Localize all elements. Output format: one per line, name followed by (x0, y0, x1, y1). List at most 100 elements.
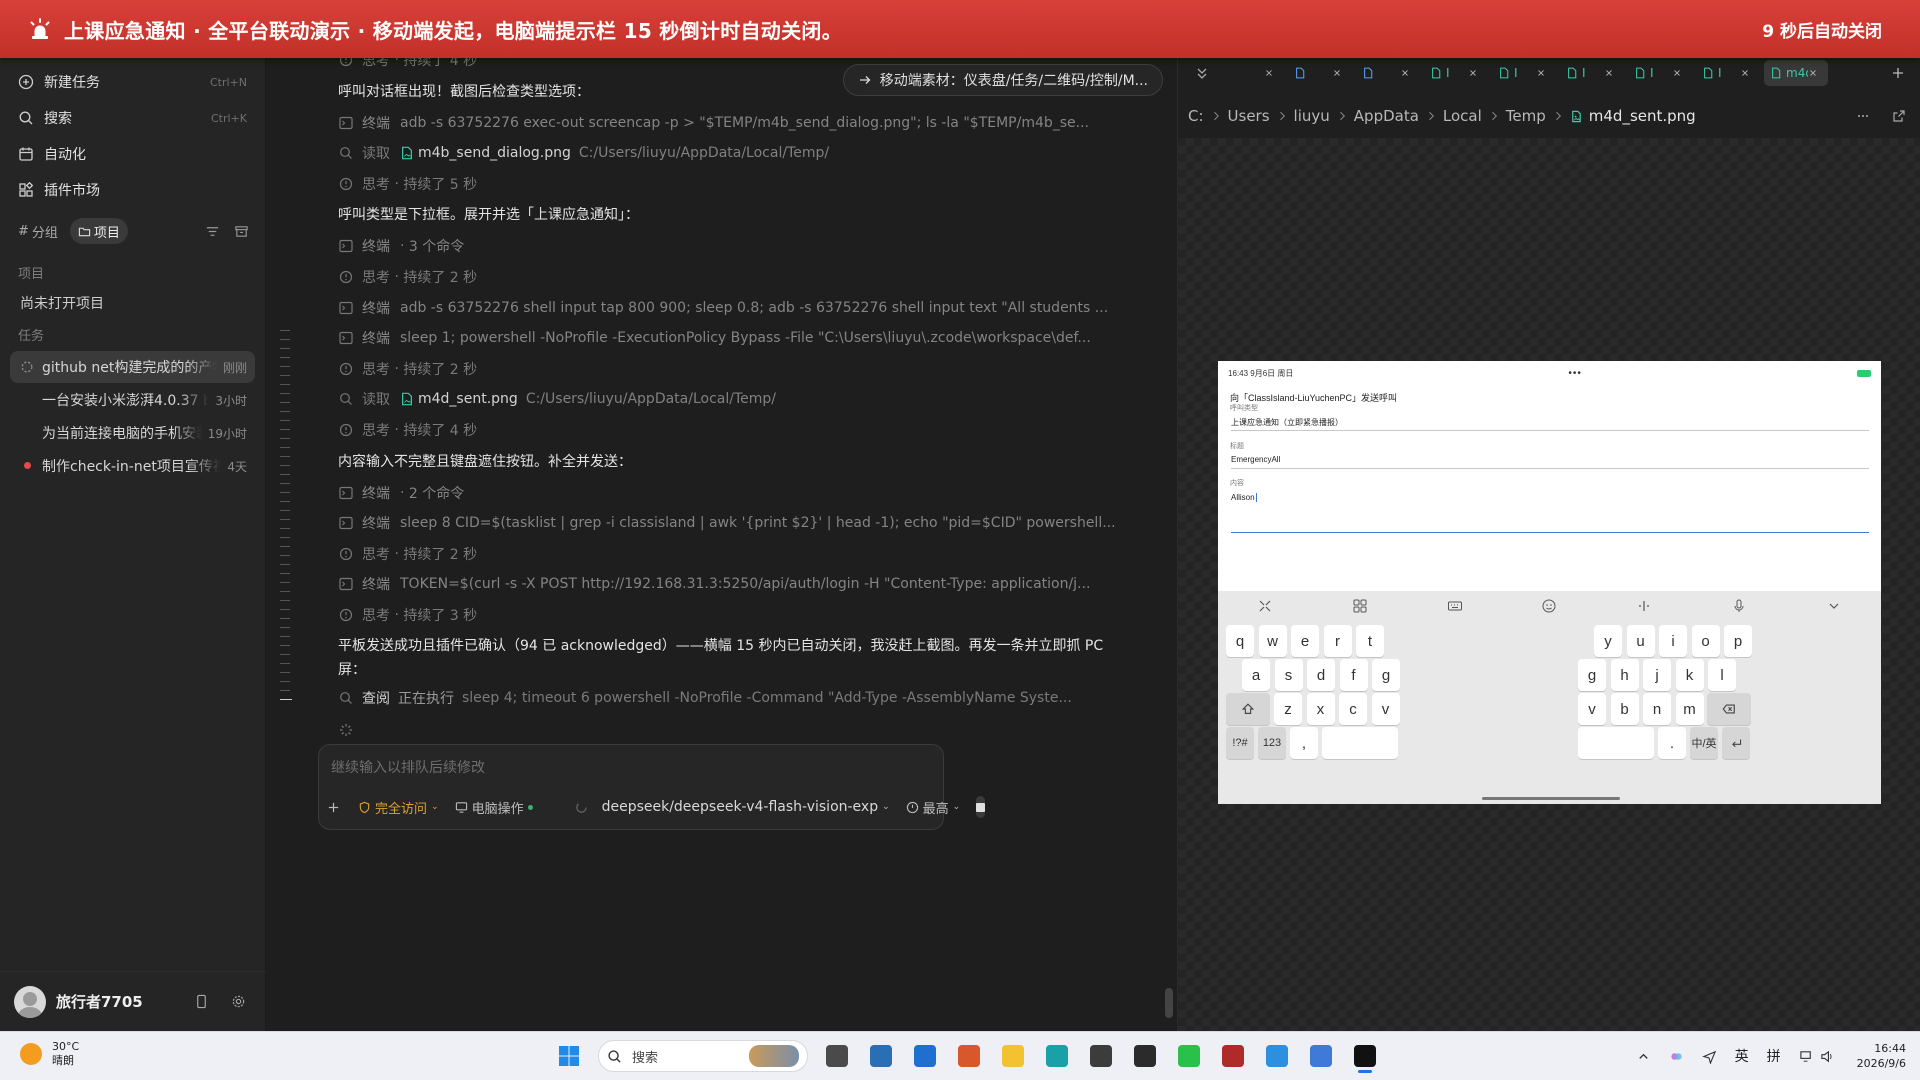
breadcrumb-item[interactable]: AppData (1354, 107, 1419, 125)
winrar-app[interactable] (1214, 1038, 1252, 1074)
close-icon[interactable] (1332, 68, 1342, 78)
open-external-icon[interactable] (1892, 109, 1906, 123)
terminal-step[interactable]: 终端 TOKEN=$(curl -s -X POST http://192.168… (338, 572, 1128, 596)
nav-label: 新建任务 (44, 75, 100, 91)
close-icon[interactable] (1468, 68, 1478, 78)
task-item[interactable]: github net构建完成的的产物 刚刚 (10, 351, 255, 383)
breadcrumb-file[interactable]: m4d_sent.png (1570, 107, 1696, 125)
task-item[interactable]: 制作check-in-net项目宣传视频 4天 (10, 450, 255, 482)
composer-input[interactable]: 继续输入以排队后续修改 (331, 757, 485, 777)
vpn-app[interactable] (1302, 1038, 1340, 1074)
viewer-tab[interactable]: I (1424, 60, 1488, 86)
stop-button[interactable] (976, 796, 986, 818)
ime-mode-indicator[interactable]: 英 (1735, 1046, 1749, 1066)
read-file-step[interactable]: 读取 m4b_send_dialog.png C:/Users/liuyu/AppD… (338, 141, 1128, 165)
git-app[interactable] (1082, 1038, 1120, 1074)
viewer-tab[interactable]: I (1560, 60, 1624, 86)
breadcrumb-item[interactable]: Temp (1506, 107, 1546, 125)
location-arrow-icon[interactable] (1701, 1049, 1717, 1064)
thinking-step[interactable]: 思考 · 持续了 3 秒 (338, 603, 1128, 627)
breadcrumb-item[interactable]: Local (1443, 107, 1482, 125)
close-icon[interactable] (1536, 68, 1546, 78)
breadcrumb-item[interactable]: Users (1228, 107, 1270, 125)
weather-widget[interactable]: 30°C 晴朗 (20, 1040, 79, 1068)
image-canvas[interactable]: 16:43 9月6日 周日 ••• 向「ClassIsland-LiuYuche… (1178, 138, 1920, 1031)
archive-icon[interactable] (234, 224, 249, 239)
model-selector[interactable]: deepseek/deepseek-v4-flash-vision-exp ⌄ (575, 799, 890, 815)
plugin-market-button[interactable]: 插件市场 (0, 172, 265, 208)
viewer-tab[interactable] (1288, 60, 1352, 86)
microsoft-365-app[interactable] (950, 1038, 988, 1074)
avatar[interactable] (14, 985, 46, 1018)
close-icon[interactable] (1740, 68, 1750, 78)
viewer-tab[interactable]: m4d_sent.png (1764, 60, 1828, 86)
close-icon[interactable] (1808, 68, 1818, 78)
more-icon[interactable] (1856, 109, 1870, 123)
chip-group[interactable]: # 分组 (10, 218, 66, 244)
terminal-step[interactable]: 终端 adb -s 63752276 shell input tap 800 90… (338, 296, 1128, 320)
scrollbar[interactable] (1165, 988, 1173, 1018)
store-app[interactable] (906, 1038, 944, 1074)
viewer-tab[interactable]: I (1696, 60, 1760, 86)
terminal-app[interactable] (1126, 1038, 1164, 1074)
nav-label: 插件市场 (44, 183, 100, 199)
file-name[interactable]: m4d_sent.png (418, 391, 518, 407)
read-file-step[interactable]: 读取 m4d_sent.png C:/Users/liuyu/AppData/Loc… (338, 387, 1128, 411)
phone-icon[interactable] (194, 994, 209, 1009)
thinking-step[interactable]: 思考 · 持续了 5 秒 (338, 172, 1128, 196)
start-button[interactable] (550, 1038, 588, 1074)
close-icon[interactable] (1604, 68, 1614, 78)
breadcrumb-item[interactable]: C: (1188, 107, 1204, 125)
attach-button[interactable] (327, 801, 344, 814)
file-explorer-app[interactable] (818, 1038, 856, 1074)
thinking-step[interactable]: 思考 · 持续了 2 秒 (338, 542, 1128, 566)
thinking-step[interactable]: 思考 · 持续了 2 秒 (338, 265, 1128, 289)
paint-app[interactable] (1258, 1038, 1296, 1074)
photos-app[interactable] (862, 1038, 900, 1074)
search-button[interactable]: 搜索 Ctrl+K (0, 100, 265, 136)
edge-browser-app[interactable] (1038, 1038, 1076, 1074)
task-item[interactable]: 一台安装小米澎湃4.0.37 b 3小时 (10, 384, 255, 416)
task-item[interactable]: 为当前连接电脑的手机安装 19小时 (10, 417, 255, 449)
clock[interactable]: 16:44 2026/9/6 (1857, 1041, 1906, 1071)
close-icon[interactable] (1672, 68, 1682, 78)
ime-input-indicator[interactable]: 拼 (1767, 1046, 1781, 1066)
gear-icon[interactable] (231, 994, 246, 1009)
network-volume-group[interactable] (1799, 1049, 1835, 1064)
tab-overflow-button[interactable] (1188, 60, 1216, 86)
file-name[interactable]: m4b_send_dialog.png (418, 145, 571, 161)
computer-use-toggle[interactable]: 电脑操作 (455, 798, 533, 817)
filter-icon[interactable] (205, 224, 220, 239)
terminal-step[interactable]: 终端 · 2 个命令 (338, 481, 1128, 505)
thinking-step[interactable]: 思考 · 持续了 4 秒 (338, 418, 1128, 442)
automation-button[interactable]: 自动化 (0, 136, 265, 172)
full-access-dropdown[interactable]: 完全访问 ⌄ (358, 798, 439, 817)
chevron-up-icon[interactable] (1636, 1049, 1651, 1064)
effort-selector[interactable]: 最高 ⌄ (906, 798, 960, 817)
folder-app[interactable] (994, 1038, 1032, 1074)
terminal-step[interactable]: 终端 sleep 1; powershell -NoProfile -Execut… (338, 326, 1128, 350)
taskbar-search[interactable]: 搜索 (598, 1040, 808, 1072)
viewer-tab[interactable]: I (1628, 60, 1692, 86)
breadcrumb-item[interactable]: liuyu (1294, 107, 1330, 125)
viewer-tab[interactable] (1220, 60, 1284, 86)
wechat-app[interactable] (1170, 1038, 1208, 1074)
zcode-app[interactable] (1346, 1038, 1384, 1074)
terminal-step[interactable]: 终端 · 3 个命令 (338, 234, 1128, 258)
close-icon[interactable] (1264, 68, 1274, 78)
tab-label: m4d_sent.png (1786, 66, 1808, 80)
close-icon[interactable] (1400, 68, 1410, 78)
new-tab-button[interactable] (1886, 60, 1910, 86)
chip-project[interactable]: 项目 (69, 218, 128, 244)
text-caret (1255, 493, 1257, 503)
viewer-tab[interactable] (1356, 60, 1420, 86)
shift-key (1226, 693, 1270, 725)
viewer-tab[interactable]: I (1492, 60, 1556, 86)
view-step[interactable]: 查阅 正在执行 sleep 4; timeout 6 powershell -NoP… (338, 686, 1128, 710)
new-task-button[interactable]: 新建任务 Ctrl+N (0, 64, 265, 100)
terminal-step[interactable]: 终端 sleep 8 CID=$(tasklist | grep -i class… (338, 511, 1128, 535)
copilot-icon[interactable] (1669, 1049, 1684, 1064)
scroll-outline-rail[interactable] (280, 330, 292, 740)
thinking-step[interactable]: 思考 · 持续了 2 秒 (338, 357, 1128, 381)
terminal-step[interactable]: 终端 adb -s 63752276 exec-out screencap -p … (338, 111, 1128, 135)
